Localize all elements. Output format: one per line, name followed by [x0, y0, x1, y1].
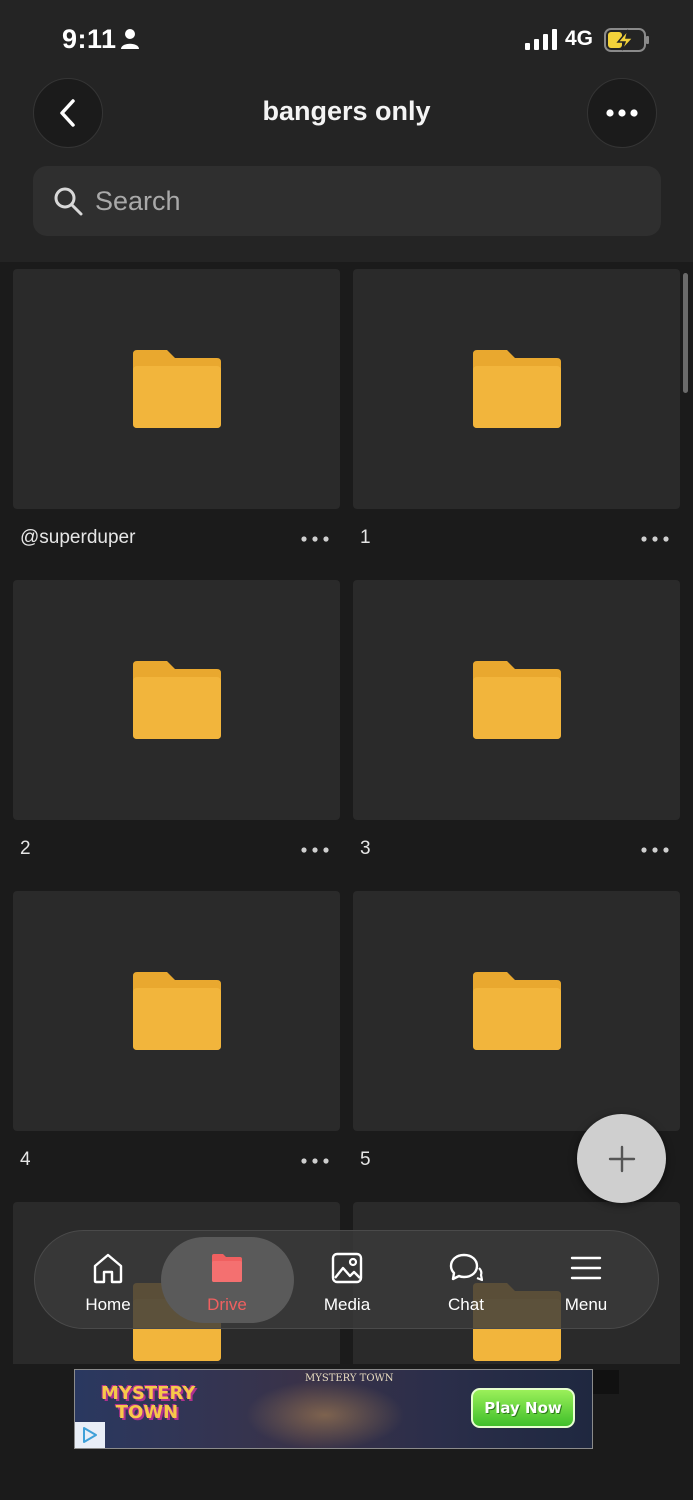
- folder-card[interactable]: 3: [353, 580, 680, 878]
- more-horizontal-icon: [301, 1158, 329, 1164]
- more-horizontal-icon: [641, 847, 669, 853]
- folder-more-button[interactable]: [300, 529, 330, 549]
- folder-thumbnail[interactable]: [13, 269, 340, 509]
- folder-icon: [132, 972, 221, 1050]
- page-title: bangers only: [262, 96, 431, 126]
- status-bar: 9:11 4G: [0, 0, 693, 78]
- folder-icon: [132, 661, 221, 739]
- folder-card[interactable]: 4: [13, 891, 340, 1189]
- search-box[interactable]: [33, 166, 661, 236]
- nav-label: Home: [85, 1295, 131, 1314]
- folder-grid: @superduper 1 2 3 4 5: [0, 262, 693, 1364]
- folder-card[interactable]: 2: [13, 580, 340, 878]
- folder-icon: [212, 1254, 242, 1282]
- header: bangers only: [0, 78, 693, 262]
- folder-card[interactable]: @superduper: [13, 269, 340, 567]
- plus-icon: [608, 1145, 635, 1172]
- nav-label: Media: [323, 1295, 371, 1314]
- nav-item-menu[interactable]: Menu: [526, 1231, 646, 1330]
- status-time: 9:11: [62, 24, 117, 54]
- ad-side-block: [593, 1370, 619, 1394]
- folder-thumbnail[interactable]: [353, 580, 680, 820]
- nav-item-drive[interactable]: Drive: [167, 1231, 287, 1330]
- folder-thumbnail[interactable]: [353, 891, 680, 1131]
- back-button[interactable]: [33, 78, 103, 148]
- nav-item-media[interactable]: Media: [287, 1231, 407, 1330]
- add-button[interactable]: [577, 1114, 666, 1203]
- menu-icon: [570, 1256, 602, 1280]
- search-input[interactable]: [95, 166, 635, 236]
- bottom-navigation: Home Drive Media Chat Menu: [34, 1230, 659, 1329]
- more-horizontal-icon: [641, 536, 669, 542]
- folder-name: 3: [360, 838, 371, 859]
- signal-icon: [525, 29, 557, 50]
- search-icon: [54, 187, 83, 216]
- folder-icon: [472, 350, 561, 428]
- folder-name: 2: [20, 838, 31, 859]
- folder-name: @superduper: [20, 527, 136, 548]
- folder-more-button[interactable]: [300, 1151, 330, 1171]
- nav-label: Menu: [564, 1295, 608, 1314]
- ad-game-logo: MYSTERY TOWN: [101, 1383, 196, 1423]
- folder-name: 1: [360, 527, 371, 548]
- battery-charging-icon: [604, 28, 649, 52]
- folder-name: 4: [20, 1149, 31, 1170]
- play-triangle-icon: [83, 1427, 97, 1443]
- ad-banner[interactable]: MYSTERY TOWN MYSTERY TOWN Play Now: [74, 1369, 593, 1449]
- folder-name: 5: [360, 1149, 371, 1170]
- folder-more-button[interactable]: [300, 840, 330, 860]
- ad-area: MYSTERY TOWN MYSTERY TOWN Play Now: [0, 1364, 693, 1500]
- folder-more-button[interactable]: [640, 840, 670, 860]
- network-type: 4G: [565, 27, 594, 50]
- folder-icon: [472, 661, 561, 739]
- scrollbar[interactable]: [683, 273, 688, 393]
- ad-choices-icon[interactable]: [75, 1422, 105, 1448]
- ad-banner-text: MYSTERY TOWN: [305, 1373, 394, 1384]
- nav-label: Chat: [448, 1295, 484, 1314]
- more-horizontal-icon: [301, 536, 329, 542]
- folder-more-button[interactable]: [640, 529, 670, 549]
- folder-icon: [472, 972, 561, 1050]
- chevron-left-icon: [60, 99, 75, 127]
- folder-card[interactable]: 1: [353, 269, 680, 567]
- ad-background-art: [245, 1380, 405, 1448]
- more-horizontal-icon: [301, 847, 329, 853]
- chat-icon: [449, 1253, 483, 1282]
- more-options-button[interactable]: [587, 78, 657, 148]
- nav-item-chat[interactable]: Chat: [406, 1231, 526, 1330]
- folder-icon: [132, 350, 221, 428]
- home-icon: [93, 1253, 123, 1284]
- folder-thumbnail[interactable]: [13, 891, 340, 1131]
- person-icon: [121, 29, 139, 49]
- image-icon: [331, 1252, 363, 1284]
- more-horizontal-icon: [606, 109, 638, 117]
- nav-label: Drive: [207, 1295, 247, 1314]
- nav-item-home[interactable]: Home: [48, 1231, 168, 1330]
- ad-play-now-button[interactable]: Play Now: [471, 1388, 575, 1428]
- folder-thumbnail[interactable]: [353, 269, 680, 509]
- folder-thumbnail[interactable]: [13, 580, 340, 820]
